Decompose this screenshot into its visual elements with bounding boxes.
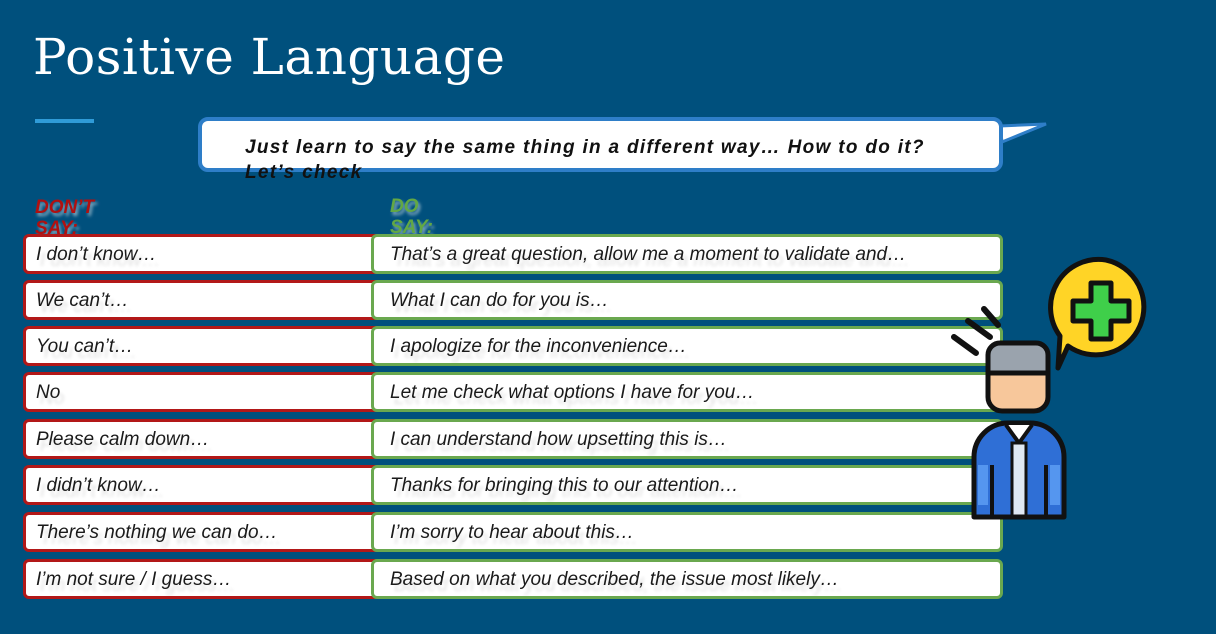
do-say-header: DO SAY: <box>390 196 433 238</box>
dont-say-cell: Please calm down… <box>23 419 413 459</box>
do-say-cell: I’m sorry to hear about this… <box>371 512 1003 552</box>
do-say-cell: Let me check what options I have for you… <box>371 372 1003 412</box>
do-say-cell: That’s a great question, allow me a mome… <box>371 234 1003 274</box>
dont-say-cell: I don’t know… <box>23 234 413 274</box>
do-say-cell: What I can do for you is… <box>371 280 1003 320</box>
slide-title: Positive Language <box>33 28 506 86</box>
dont-say-cell: There’s nothing we can do… <box>23 512 413 552</box>
dont-say-cell: You can’t… <box>23 326 413 366</box>
dont-say-cell: We can’t… <box>23 280 413 320</box>
do-say-cell: I apologize for the inconvenience… <box>371 326 1003 366</box>
speech-bubble: Just learn to say the same thing in a di… <box>198 117 1003 183</box>
speech-bubble-text: Just learn to say the same thing in a di… <box>245 137 925 183</box>
do-say-cell: Based on what you described, the issue m… <box>371 559 1003 599</box>
dont-say-cell: No <box>23 372 413 412</box>
dont-say-cell: I’m not sure / I guess… <box>23 559 413 599</box>
person-with-plus-speech-bubble-icon <box>951 256 1147 520</box>
title-accent-line <box>35 119 94 123</box>
do-say-cell: I can understand how upsetting this is… <box>371 419 1003 459</box>
dont-say-header: DON’T SAY: <box>35 197 95 239</box>
do-say-cell: Thanks for bringing this to our attentio… <box>371 465 1003 505</box>
dont-say-cell: I didn’t know… <box>23 465 413 505</box>
speech-bubble-tail <box>1000 122 1047 145</box>
